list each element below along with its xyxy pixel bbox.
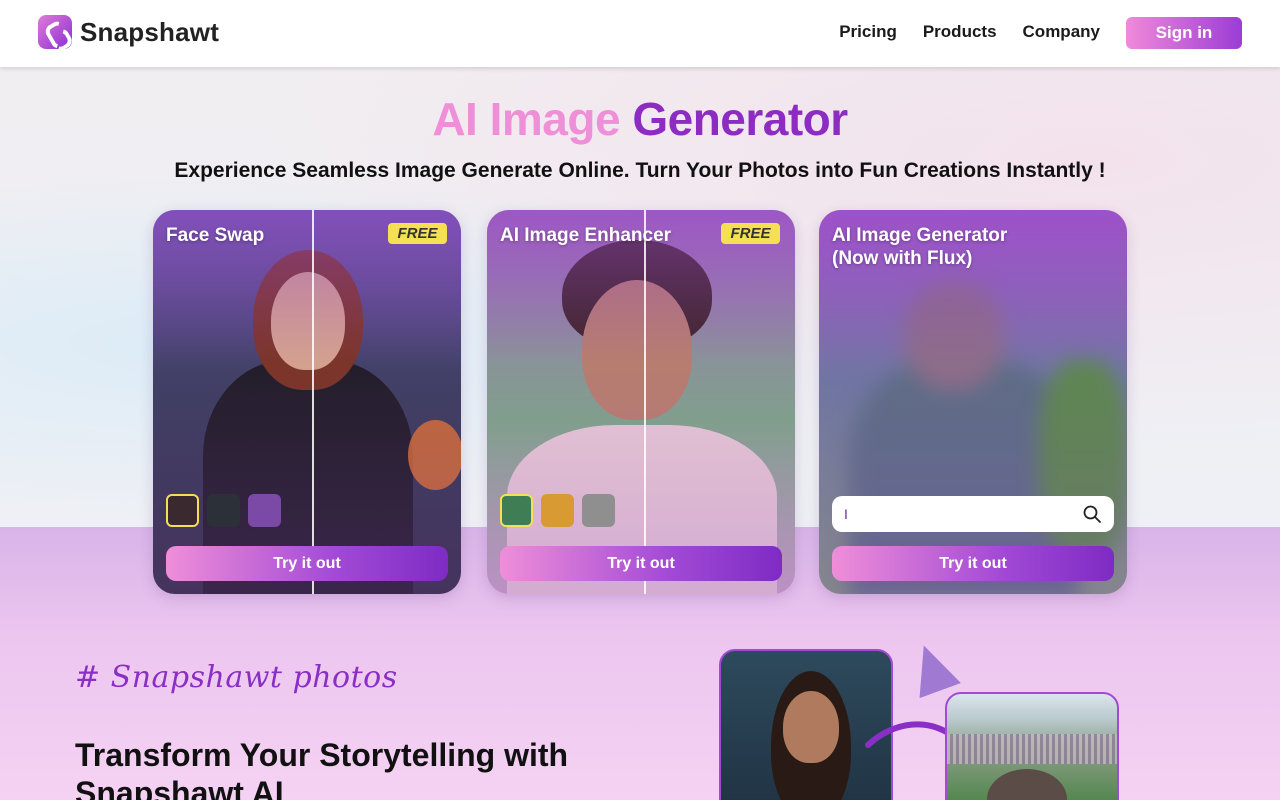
hashtag-label: # Snapshawt photos: [75, 660, 398, 695]
sample-thumbnail[interactable]: [166, 494, 199, 527]
sample-thumbnail[interactable]: [207, 494, 240, 527]
card-title: AI Image Enhancer: [500, 225, 672, 246]
main-nav: Pricing Products Company: [839, 22, 1100, 42]
nav-link-pricing[interactable]: Pricing: [839, 22, 897, 42]
try-it-out-button[interactable]: Try it out: [500, 546, 782, 581]
card-title: Face Swap: [166, 225, 265, 246]
sample-thumbnail[interactable]: [582, 494, 615, 527]
sample-thumbnail[interactable]: [248, 494, 281, 527]
try-it-out-button[interactable]: Try it out: [832, 546, 1114, 581]
card-image-enhancer[interactable]: AI Image Enhancer FREE Try it out: [487, 210, 795, 594]
card-overlay: [487, 210, 795, 594]
nav-link-products[interactable]: Products: [923, 22, 997, 42]
card-title-line1: AI Image Generator: [832, 225, 1008, 246]
free-badge: FREE: [388, 223, 447, 244]
sample-thumbnails: [500, 494, 615, 527]
brand-logo[interactable]: Snapshawt: [38, 15, 219, 49]
search-icon[interactable]: [1082, 504, 1102, 524]
page-title-part1: AI Image: [432, 93, 621, 145]
section-heading: Transform Your Storytelling with Snapsha…: [75, 737, 569, 800]
snapshawt-logo-icon: [38, 15, 72, 49]
prompt-search-box: [832, 496, 1114, 532]
card-title-line2: (Now with Flux): [832, 248, 973, 269]
sign-in-button[interactable]: Sign in: [1126, 17, 1242, 49]
page-subtitle: Experience Seamless Image Generate Onlin…: [174, 159, 1106, 182]
sample-thumbnails: [166, 494, 281, 527]
compare-divider[interactable]: [312, 210, 314, 594]
card-overlay: [153, 210, 461, 594]
card-face-swap[interactable]: Face Swap FREE Try it out: [153, 210, 461, 594]
sample-photo-stadium: [945, 692, 1119, 800]
free-badge: FREE: [721, 223, 780, 244]
try-it-out-button[interactable]: Try it out: [166, 546, 448, 581]
page-title-part2: Generator: [632, 93, 848, 145]
nav-link-company[interactable]: Company: [1023, 22, 1100, 42]
prompt-input[interactable]: [844, 506, 1082, 522]
sample-thumbnail[interactable]: [541, 494, 574, 527]
site-header: Snapshawt Pricing Products Company Sign …: [0, 0, 1280, 67]
page-title: AI Image Generator: [0, 92, 1280, 146]
card-image-generator[interactable]: AI Image Generator (Now with Flux) Try i…: [819, 210, 1127, 594]
sample-thumbnail[interactable]: [500, 494, 533, 527]
compare-divider[interactable]: [644, 210, 646, 594]
brand-name: Snapshawt: [80, 16, 220, 47]
card-title: AI Image Generator (Now with Flux): [832, 224, 1007, 270]
